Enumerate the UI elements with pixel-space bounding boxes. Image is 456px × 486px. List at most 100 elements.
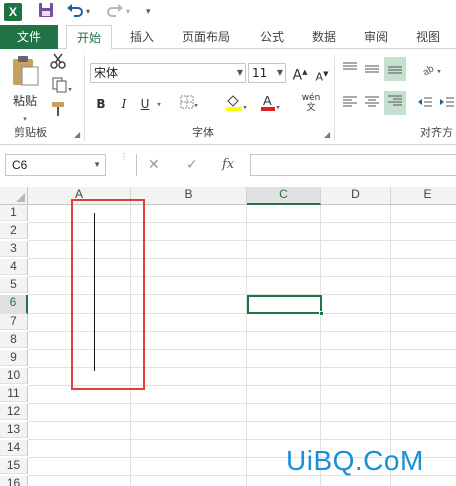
clipboard-group-label: 剪贴板 bbox=[14, 126, 47, 139]
paste-icon bbox=[13, 56, 39, 86]
tab-formulas[interactable]: 公式 bbox=[250, 25, 294, 49]
column-header-d[interactable]: D bbox=[321, 187, 391, 205]
cancel-icon[interactable]: ✕ bbox=[148, 154, 160, 176]
paste-button[interactable]: 粘贴 ▾ bbox=[8, 55, 42, 123]
redo-icon[interactable] bbox=[106, 2, 124, 22]
row-header-14[interactable]: 14 bbox=[0, 440, 28, 456]
svg-text:ab: ab bbox=[421, 63, 436, 75]
formula-input[interactable] bbox=[250, 154, 456, 176]
increase-font-size-button[interactable]: A▲ bbox=[292, 63, 308, 85]
decrease-font-size-button[interactable]: A▼ bbox=[314, 65, 330, 87]
row-header-15[interactable]: 15 bbox=[0, 458, 28, 474]
fill-bucket-icon bbox=[226, 95, 243, 111]
phonetic-guide-label: wén bbox=[301, 93, 321, 103]
active-cell-c6[interactable] bbox=[247, 295, 324, 316]
tab-file[interactable]: 文件 bbox=[0, 25, 58, 49]
tab-data[interactable]: 数据 bbox=[302, 25, 346, 49]
resize-handle-icon[interactable]: ⋮ bbox=[120, 153, 128, 161]
align-center-icon[interactable] bbox=[364, 95, 380, 114]
align-right-icon[interactable] bbox=[384, 91, 406, 115]
column-header-c[interactable]: C bbox=[247, 187, 321, 205]
watermark-text: UiBQ.CoM bbox=[286, 445, 424, 476]
tab-home[interactable]: 开始 bbox=[66, 25, 112, 50]
gridline bbox=[390, 205, 391, 486]
font-launcher-icon[interactable]: ◢ bbox=[324, 130, 330, 139]
chevron-down-icon: ▼ bbox=[236, 68, 243, 77]
redo-dropdown-icon[interactable]: ▾ bbox=[126, 2, 130, 22]
font-size-combo[interactable]: 11 ▼ bbox=[248, 63, 286, 83]
column-header-b[interactable]: B bbox=[131, 187, 247, 205]
font-size-value: 11 bbox=[252, 66, 268, 80]
text-orientation-icon[interactable]: ab ▾ bbox=[418, 61, 444, 81]
fill-handle[interactable] bbox=[319, 311, 324, 316]
borders-icon bbox=[180, 95, 194, 109]
group-divider bbox=[84, 55, 85, 141]
row-header-6[interactable]: 6 bbox=[0, 295, 28, 314]
decrease-indent-icon[interactable] bbox=[416, 95, 434, 114]
gridline bbox=[246, 205, 247, 486]
increase-font-icon: A bbox=[292, 67, 303, 84]
phonetic-guide-button[interactable]: wén 文 bbox=[298, 93, 324, 113]
row-header-9[interactable]: 9 bbox=[0, 350, 28, 366]
paste-label: 粘贴 bbox=[12, 94, 37, 108]
font-color-icon: A bbox=[261, 93, 276, 111]
align-top-icon[interactable] bbox=[342, 61, 358, 80]
row-header-13[interactable]: 13 bbox=[0, 422, 28, 438]
enter-check-icon[interactable]: ✓ bbox=[186, 154, 198, 176]
increase-indent-icon[interactable] bbox=[438, 95, 456, 114]
save-icon[interactable] bbox=[38, 2, 54, 22]
row-header-11[interactable]: 11 bbox=[0, 386, 28, 402]
gridline bbox=[28, 439, 456, 440]
name-box-value: C6 bbox=[12, 158, 28, 172]
quick-access-toolbar: X ▾ ▾ ▾ bbox=[0, 0, 456, 25]
name-box[interactable]: C6 ▼ bbox=[5, 154, 106, 176]
row-header-1[interactable]: 1 bbox=[0, 205, 28, 221]
undo-icon[interactable] bbox=[66, 2, 84, 22]
excel-logo-icon: X bbox=[4, 3, 22, 21]
alignment-group-label: 对齐方 bbox=[420, 126, 453, 139]
row-header-7[interactable]: 7 bbox=[0, 314, 28, 330]
tab-view[interactable]: 视图 bbox=[406, 25, 450, 49]
underline-button[interactable]: U bbox=[138, 95, 152, 113]
align-bottom-icon[interactable] bbox=[384, 57, 406, 81]
row-header-3[interactable]: 3 bbox=[0, 241, 28, 257]
font-color-button[interactable]: A ▾ bbox=[256, 93, 284, 117]
borders-button[interactable]: ▾ bbox=[178, 95, 200, 115]
customize-toolbar-icon[interactable]: ▾ bbox=[146, 2, 151, 22]
row-header-16[interactable]: 16 bbox=[0, 476, 28, 486]
row-header-10[interactable]: 10 bbox=[0, 368, 28, 384]
align-left-icon[interactable] bbox=[342, 95, 358, 114]
gridline bbox=[28, 421, 456, 422]
font-name-combo[interactable]: 宋体 ▼ bbox=[90, 63, 246, 83]
format-painter-icon[interactable] bbox=[48, 101, 68, 122]
row-header-2[interactable]: 2 bbox=[0, 223, 28, 239]
tab-review[interactable]: 审阅 bbox=[354, 25, 398, 49]
fill-color-button[interactable]: ▾ bbox=[222, 93, 250, 117]
row-header-4[interactable]: 4 bbox=[0, 259, 28, 275]
italic-button[interactable]: I bbox=[118, 95, 130, 113]
row-header-5[interactable]: 5 bbox=[0, 277, 28, 293]
group-divider bbox=[334, 55, 335, 141]
select-all-button[interactable] bbox=[0, 187, 28, 205]
undo-dropdown-icon[interactable]: ▾ bbox=[86, 2, 90, 22]
chevron-down-icon: ▼ bbox=[276, 68, 283, 77]
font-name-value: 宋体 bbox=[94, 66, 119, 80]
tab-page-layout[interactable]: 页面布局 bbox=[172, 25, 240, 49]
worksheet-grid: A B C D E 1 2 3 4 5 6 7 8 9 10 11 12 13 … bbox=[0, 187, 456, 486]
highlight-annotation-box bbox=[71, 199, 145, 390]
underline-dropdown-icon[interactable]: ▾ bbox=[154, 95, 164, 114]
align-middle-icon[interactable] bbox=[364, 61, 380, 80]
insert-function-button[interactable]: fx bbox=[222, 154, 234, 176]
phonetic-guide-icon: 文 bbox=[306, 103, 316, 113]
decrease-font-icon: A bbox=[315, 70, 324, 84]
column-header-e[interactable]: E bbox=[391, 187, 456, 205]
cut-icon[interactable] bbox=[48, 53, 68, 74]
tab-insert[interactable]: 插入 bbox=[120, 25, 164, 49]
bold-button[interactable]: B bbox=[94, 95, 108, 113]
copy-icon[interactable]: ▾ bbox=[48, 77, 76, 99]
row-header-12[interactable]: 12 bbox=[0, 404, 28, 420]
clipboard-launcher-icon[interactable]: ◢ bbox=[74, 130, 80, 139]
formula-divider bbox=[136, 154, 137, 176]
row-header-8[interactable]: 8 bbox=[0, 332, 28, 348]
ribbon-home: 粘贴 ▾ ▾ 剪贴板 ◢ 宋体 ▼ 11 ▼ A▲ A▼ B I U ▾ ▾ ▾… bbox=[0, 49, 456, 145]
